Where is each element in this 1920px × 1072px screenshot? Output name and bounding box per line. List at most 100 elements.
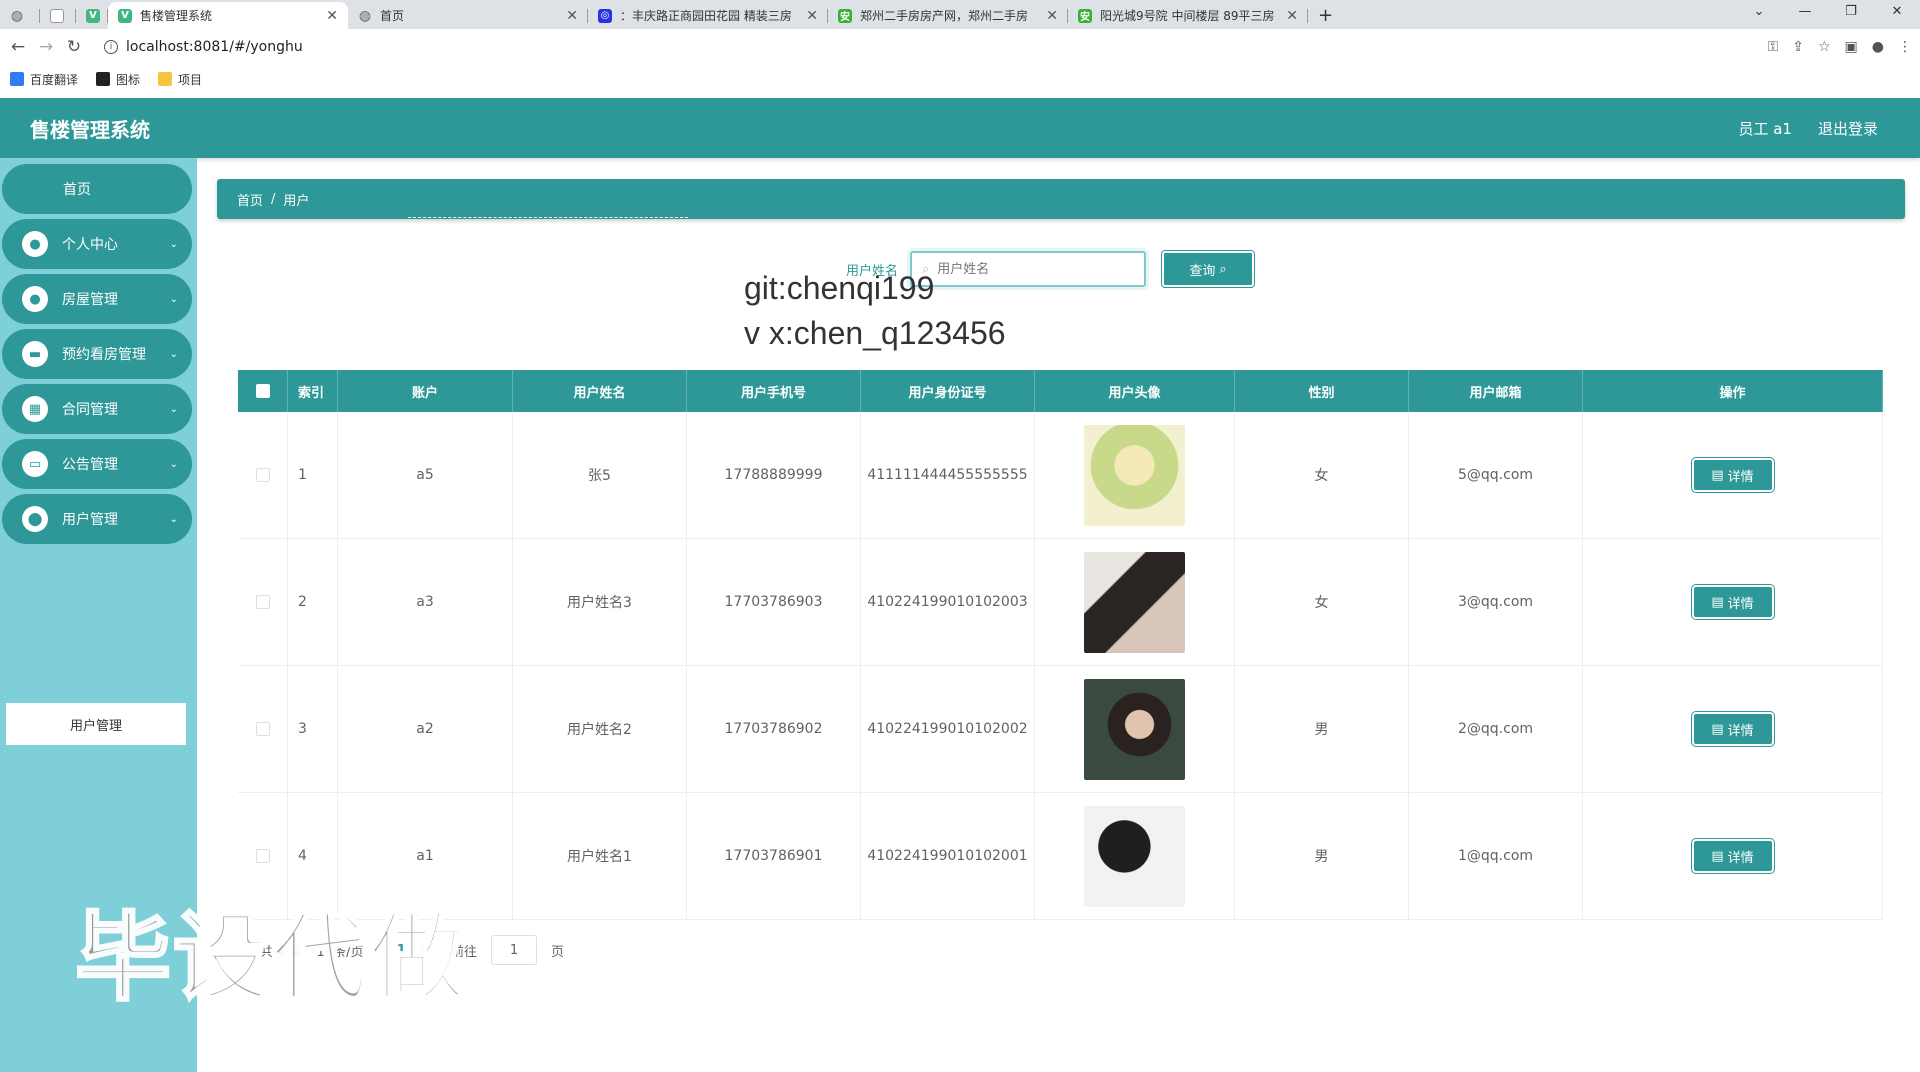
sidebar-item[interactable]: ● 个人中心 ⌄ [2,219,192,269]
detail-button-label: 详情 [1727,850,1754,866]
minimize-icon[interactable]: — [1782,0,1828,24]
detail-button-label: 详情 [1727,469,1754,485]
bookmark-item[interactable]: 百度翻译 [10,71,78,88]
browser-tab[interactable]: 安阳光城9号院 中间楼层 89平三房 ✕ [1068,2,1308,29]
avatar [1084,424,1185,526]
browser-tab[interactable]: ◍ 首页 ✕ [348,2,588,29]
detail-button[interactable]: ▤ 详情 [1690,838,1775,874]
avatar [1084,678,1185,780]
cell-name: 用户姓名3 [513,539,687,665]
site-info-icon[interactable]: i [104,40,118,54]
cell-id-no: 410224199010102001 [861,793,1035,919]
cell-name: 张5 [513,412,687,538]
cell-gender: 女 [1235,539,1409,665]
vue-icon: V [86,8,100,23]
row-checkbox[interactable] [255,468,270,482]
tab-search-icon[interactable]: ⌄ [1736,0,1782,24]
browser-tab[interactable]: ◍ [0,2,40,29]
cell-id-no: 410224199010102003 [861,539,1035,665]
address-bar: ← → ↻ i localhost:8081/#/yonghu ⚿ ⇪ ☆ ▣ … [0,29,1920,65]
browser-tab[interactable]: V [76,2,108,29]
cell-phone: 17703786902 [687,666,861,792]
sidebar-item-label: 个人中心 [62,237,118,253]
search-input[interactable] [937,261,1118,277]
chevron-down-icon: ⌄ [169,403,178,415]
avatar [1084,551,1185,653]
detail-button[interactable]: ▤ 详情 [1690,584,1775,620]
sidebar-subitem-user-management[interactable]: 用户管理 [6,703,186,745]
cell-gender: 男 [1235,666,1409,792]
browser-tab[interactable]: V 售楼管理系统 ✕ [108,2,348,29]
cell-account: a2 [338,666,513,792]
close-tab-icon[interactable]: ✕ [806,8,818,24]
bookmark-label: 项目 [178,72,203,87]
browser-chrome: ◍ V V 售楼管理系统 ✕ ◍ 首页 ✕ ◎ ：丰庆路正商园田花园 精装三房 ✕ 安郑州二手房房产网… [0,0,1920,98]
watermark: 毕设代做 [74,901,467,1016]
close-tab-icon[interactable]: ✕ [1286,8,1298,24]
reload-icon[interactable]: ↻ [60,37,88,57]
header-index: 索引 [288,370,338,412]
table-row: 4 a1 用户姓名1 17703786901 410224199010102001 男 1@… [238,793,1883,920]
sidebar-item[interactable]: ⬤ 用户管理 ⌄ [2,494,192,544]
bookmark-item[interactable]: 图标 [96,71,140,88]
new-tab-button[interactable]: + [1308,2,1343,29]
search-field[interactable]: ⌕ [910,251,1147,287]
row-checkbox[interactable] [255,849,270,863]
chevron-down-icon: ⌄ [169,513,178,525]
cell-email: 1@qq.com [1409,793,1583,919]
close-window-icon[interactable]: ✕ [1874,0,1920,24]
back-icon[interactable]: ← [4,37,32,57]
actions-cell: ▤ 详情 [1583,666,1883,792]
grid-icon: ▦ [22,396,48,422]
close-tab-icon[interactable]: ✕ [566,8,578,24]
url-field[interactable]: i localhost:8081/#/yonghu [104,39,303,55]
document-icon: ▤ [1711,848,1724,864]
select-all-checkbox[interactable] [255,384,270,398]
actions-cell: ▤ 详情 [1583,539,1883,665]
key-icon[interactable]: ⚿ [1768,39,1779,55]
sidebar-item[interactable]: ▦ 合同管理 ⌄ [2,384,192,434]
url-text: localhost:8081/#/yonghu [126,39,303,55]
breadcrumb-home[interactable]: 首页 [237,190,263,209]
profile-icon[interactable]: ● [1872,39,1884,55]
current-user: 员工 a1 [1738,119,1792,138]
sidebar-item-label: 房屋管理 [62,292,118,308]
sidepanel-icon[interactable]: ▣ [1845,39,1858,55]
sidebar-item[interactable]: ▭ 公告管理 ⌄ [2,439,192,489]
row-checkbox[interactable] [255,722,270,736]
row-select-cell [238,666,288,792]
menu-icon[interactable]: ⋮ [1898,39,1912,55]
share-icon[interactable]: ⇪ [1792,39,1804,55]
overlay-text-wechat: v x:chen_q123456 [744,315,1006,351]
sidebar-item-home[interactable]: 首页 [2,164,192,214]
avatar-cell [1035,793,1235,919]
forward-icon[interactable]: → [32,37,60,57]
logout-link[interactable]: 退出登录 [1818,118,1878,139]
close-tab-icon[interactable]: ✕ [1046,8,1058,24]
pager-goto-input[interactable]: 1 [490,935,537,965]
document-icon: ▤ [1711,467,1724,483]
table-body: 1 a5 张5 17788889999 411111444455555555 女 5@qq.… [238,412,1883,920]
query-button[interactable]: 查询 ⌕ [1161,250,1256,288]
sidebar-item-label: 合同管理 [62,402,118,418]
browser-tab[interactable]: ◎ ：丰庆路正商园田花园 精装三房 ✕ [588,2,828,29]
row-checkbox[interactable] [255,595,270,609]
window-controls: ⌄ — ❐ ✕ [1736,0,1920,24]
browser-tab[interactable]: 安郑州二手房房产网，郑州二手房 ✕ [828,2,1068,29]
select-all-cell [238,370,288,412]
actions-cell: ▤ 详情 [1583,793,1883,919]
bookmark-item[interactable]: 项目 [158,71,202,88]
cell-name: 用户姓名1 [513,793,687,919]
sidebar-item[interactable]: ● 房屋管理 ⌄ [2,274,192,324]
close-tab-icon[interactable]: ✕ [326,8,338,24]
detail-button[interactable]: ▤ 详情 [1690,711,1775,747]
browser-tab[interactable] [40,2,76,29]
sidebar-home-label: 首页 [63,182,91,198]
cell-id-no: 410224199010102002 [861,666,1035,792]
cell-index: 2 [288,539,338,665]
cell-email: 3@qq.com [1409,539,1583,665]
sidebar-item[interactable]: ▬ 预约看房管理 ⌄ [2,329,192,379]
restore-icon[interactable]: ❐ [1828,0,1874,24]
detail-button[interactable]: ▤ 详情 [1690,457,1775,493]
star-icon[interactable]: ☆ [1818,39,1831,55]
